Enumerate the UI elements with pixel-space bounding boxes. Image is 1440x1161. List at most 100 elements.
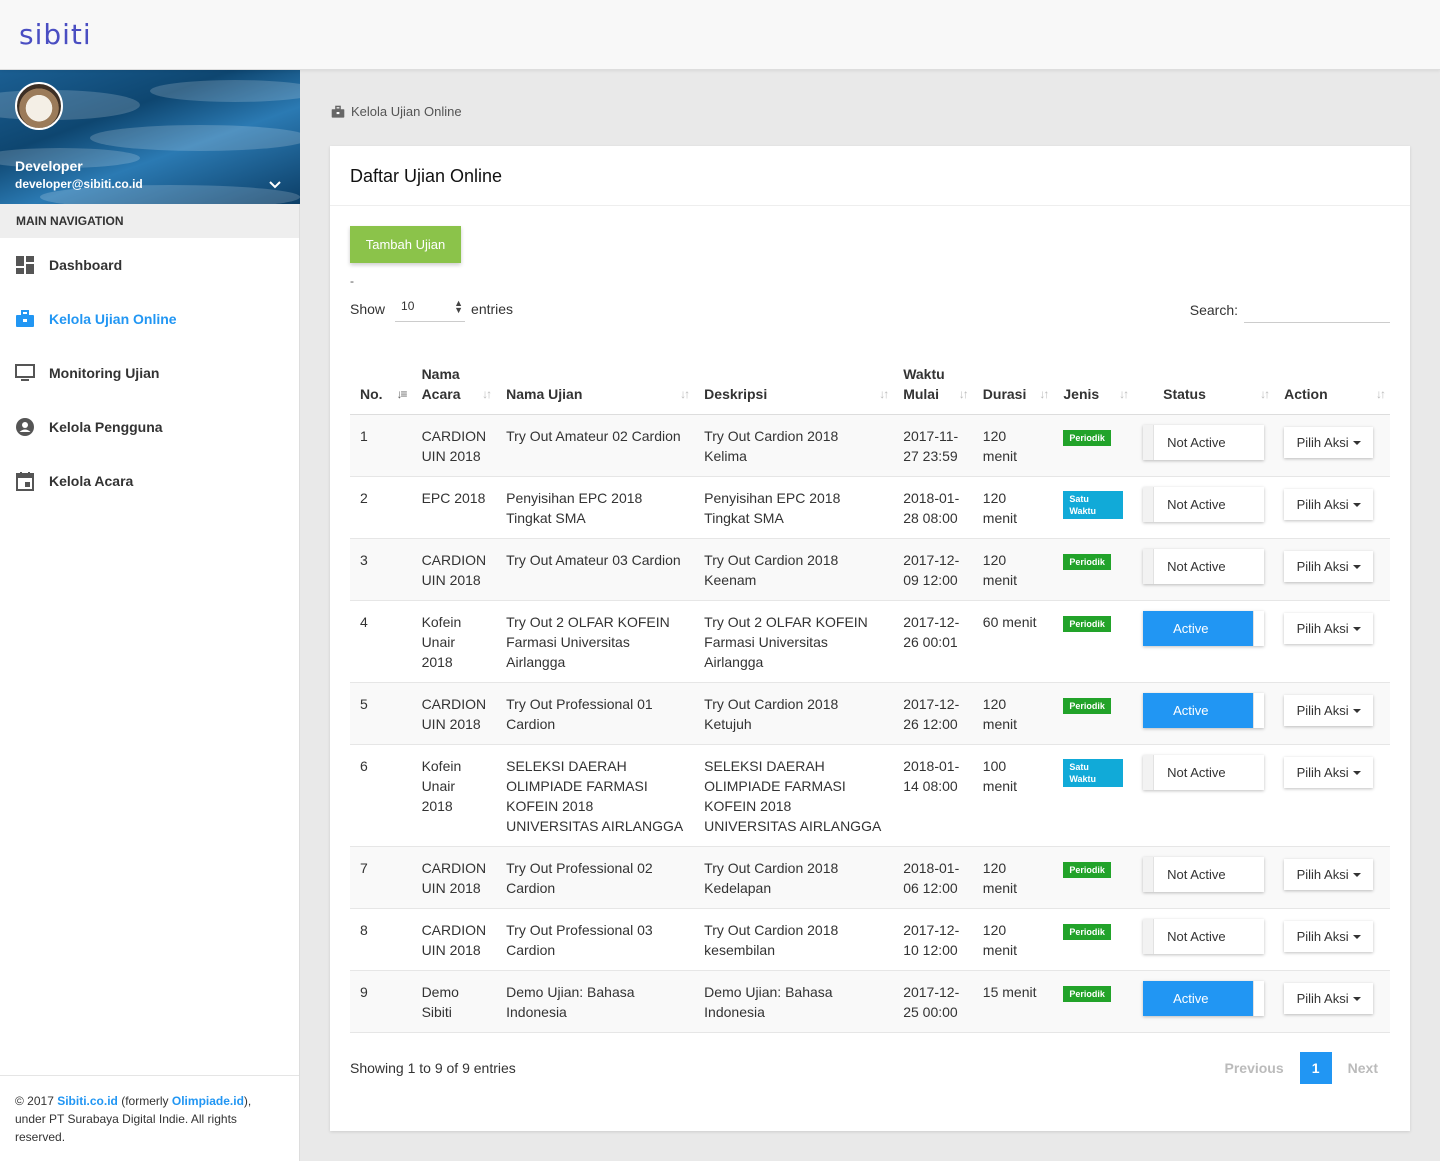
table-row: 2 EPC 2018 Penyisihan EPC 2018 Tingkat SMA… <box>350 476 1390 539</box>
cell-durasi: 120 menit <box>972 538 1054 601</box>
column-header-durasi[interactable]: Durasi ↓↑ <box>972 358 1054 415</box>
app-logo[interactable]: sibiti <box>19 18 92 51</box>
status-toggle-button[interactable]: Not Active <box>1143 424 1265 460</box>
cell-jenis: Periodik <box>1053 538 1134 601</box>
status-toggle-button[interactable]: Active <box>1143 610 1265 646</box>
column-header-no[interactable]: No. ↓≡ <box>350 358 412 415</box>
sidebar-item-kelola-pengguna[interactable]: Kelola Pengguna <box>0 400 299 454</box>
cell-nama-acara: CARDION UIN 2018 <box>411 846 497 909</box>
breadcrumb-label[interactable]: Kelola Ujian Online <box>351 104 462 119</box>
pagination-page-1[interactable]: 1 <box>1299 1052 1332 1084</box>
user-avatar[interactable] <box>15 82 63 130</box>
cell-status: Not Active <box>1133 846 1275 909</box>
status-toggle-button[interactable]: Active <box>1143 980 1265 1016</box>
jenis-badge: Periodik <box>1063 923 1111 940</box>
column-header-deskripsi[interactable]: Deskripsi ↓↑ <box>694 358 894 415</box>
pilih-aksi-dropdown-button[interactable]: Pilih Aksi <box>1284 612 1374 644</box>
sidebar-item-kelola-acara[interactable]: Kelola Acara <box>0 454 299 508</box>
pilih-aksi-label: Pilih Aksi <box>1296 434 1349 450</box>
caret-down-icon <box>1352 627 1361 632</box>
pilih-aksi-dropdown-button[interactable]: Pilih Aksi <box>1284 550 1374 582</box>
sort-icon: ↓↑ <box>1119 386 1129 401</box>
cell-nama-acara: CARDION UIN 2018 <box>411 682 497 745</box>
sidebar-item-label: Dashboard <box>49 257 123 273</box>
cell-action: Pilih Aksi <box>1274 846 1390 909</box>
cell-action: Pilih Aksi <box>1274 476 1390 539</box>
length-control: Show 10 ▲ ▼ entries <box>350 296 513 322</box>
cell-waktu-mulai: 2017-12-26 12:00 <box>893 682 973 745</box>
separator-dash: - <box>350 274 354 288</box>
column-header-nama-ujian[interactable]: Nama Ujian ↓↑ <box>496 358 695 415</box>
pilih-aksi-dropdown-button[interactable]: Pilih Aksi <box>1284 756 1374 788</box>
caret-down-icon <box>1352 565 1361 570</box>
cell-waktu-mulai: 2017-12-26 00:01 <box>893 600 973 683</box>
pilih-aksi-label: Pilih Aksi <box>1296 990 1349 1006</box>
cell-status: Not Active <box>1133 476 1275 539</box>
caret-down-icon <box>1352 771 1361 776</box>
cell-jenis: Periodik <box>1053 682 1134 745</box>
status-toggle-button[interactable]: Not Active <box>1143 754 1265 790</box>
pilih-aksi-dropdown-button[interactable]: Pilih Aksi <box>1284 982 1374 1014</box>
status-toggle-button[interactable]: Active <box>1143 692 1265 728</box>
column-header-waktu-mulai[interactable]: Waktu Mulai ↓↑ <box>893 358 973 415</box>
pilih-aksi-dropdown-button[interactable]: Pilih Aksi <box>1284 488 1374 520</box>
pilih-aksi-dropdown-button[interactable]: Pilih Aksi <box>1284 426 1374 458</box>
exam-list-card: Daftar Ujian Online Tambah Ujian - Show … <box>330 146 1410 1131</box>
cell-jenis: Periodik <box>1053 600 1134 683</box>
sidebar-item-monitoring-ujian[interactable]: Monitoring Ujian <box>0 346 299 400</box>
pilih-aksi-dropdown-button[interactable]: Pilih Aksi <box>1284 858 1374 890</box>
cell-deskripsi: Try Out Cardion 2018 Ketujuh <box>694 682 894 745</box>
column-header-nama-acara[interactable]: Nama Acara ↓↑ <box>411 358 497 415</box>
column-header-action[interactable]: Action ↓↑ <box>1274 358 1390 415</box>
chevron-down-icon[interactable] <box>268 178 282 192</box>
cell-status: Active <box>1133 682 1275 745</box>
caret-down-icon <box>1352 503 1361 508</box>
column-header-jenis[interactable]: Jenis ↓↑ <box>1053 358 1134 415</box>
status-toggle-button[interactable]: Not Active <box>1143 918 1265 954</box>
status-toggle-button[interactable]: Not Active <box>1143 486 1265 522</box>
cell-waktu-mulai: 2017-12-25 00:00 <box>893 970 973 1033</box>
cell-deskripsi: Try Out Cardion 2018 Kedelapan <box>694 846 894 909</box>
sidebar-footer: © 2017 Sibiti.co.id (formerly Olimpiade.… <box>0 1075 299 1161</box>
sidebar: Developer developer@sibiti.co.id MAIN NA… <box>0 70 300 1161</box>
user-name: Developer <box>15 158 83 174</box>
pilih-aksi-label: Pilih Aksi <box>1296 620 1349 636</box>
jenis-badge: Satu Waktu <box>1063 758 1124 787</box>
sort-icon: ↓↑ <box>958 386 969 401</box>
pilih-aksi-dropdown-button[interactable]: Pilih Aksi <box>1284 694 1374 726</box>
status-toggle-button[interactable]: Not Active <box>1143 856 1265 892</box>
entries-per-page-select[interactable]: 10 ▲ ▼ <box>395 296 466 322</box>
cell-action: Pilih Aksi <box>1274 970 1390 1033</box>
footer-link-sibiti[interactable]: Sibiti.co.id <box>57 1094 118 1108</box>
search-input[interactable] <box>1244 296 1390 323</box>
search-control: Search: <box>1190 296 1390 323</box>
cell-deskripsi: Try Out Cardion 2018 kesembilan <box>694 908 894 971</box>
cell-no: 8 <box>350 908 412 971</box>
account-circle-icon <box>15 417 35 437</box>
cell-nama-ujian: Try Out Professional 02 Cardion <box>496 846 695 909</box>
status-toggle-button[interactable]: Not Active <box>1143 548 1265 584</box>
pilih-aksi-label: Pilih Aksi <box>1296 496 1349 512</box>
cell-status: Active <box>1133 600 1275 683</box>
breadcrumb: Kelola Ujian Online <box>331 104 462 119</box>
footer-link-olimpiade[interactable]: Olimpiade.id <box>172 1094 244 1108</box>
pagination-next[interactable]: Next <box>1336 1052 1390 1084</box>
cell-jenis: Periodik <box>1053 970 1134 1033</box>
cell-jenis: Periodik <box>1053 414 1134 477</box>
sidebar-item-kelola-ujian-online[interactable]: Kelola Ujian Online <box>0 292 299 346</box>
jenis-badge: Periodik <box>1063 553 1111 570</box>
cell-deskripsi: Try Out 2 OLFAR KOFEIN Farmasi Universit… <box>694 600 894 683</box>
pilih-aksi-dropdown-button[interactable]: Pilih Aksi <box>1284 920 1374 952</box>
cell-nama-ujian: Demo Ujian: Bahasa Indonesia <box>496 970 695 1033</box>
add-exam-button[interactable]: Tambah Ujian <box>350 226 461 263</box>
sidebar-item-dashboard[interactable]: Dashboard <box>0 238 299 292</box>
footer-copyright: © 2017 <box>15 1094 58 1108</box>
column-header-status[interactable]: Status ↓↑ <box>1133 358 1275 415</box>
sort-asc-icon: ↓≡ <box>396 386 408 401</box>
entries-label: entries <box>471 301 514 317</box>
column-header-label: Action <box>1284 385 1328 402</box>
exam-table-body: 1 CARDION UIN 2018 Try Out Amateur 02 Card… <box>350 414 1390 1033</box>
pagination-previous[interactable]: Previous <box>1213 1052 1296 1084</box>
cell-nama-acara: Kofein Unair 2018 <box>411 744 497 847</box>
cell-jenis: Satu Waktu <box>1053 744 1134 847</box>
